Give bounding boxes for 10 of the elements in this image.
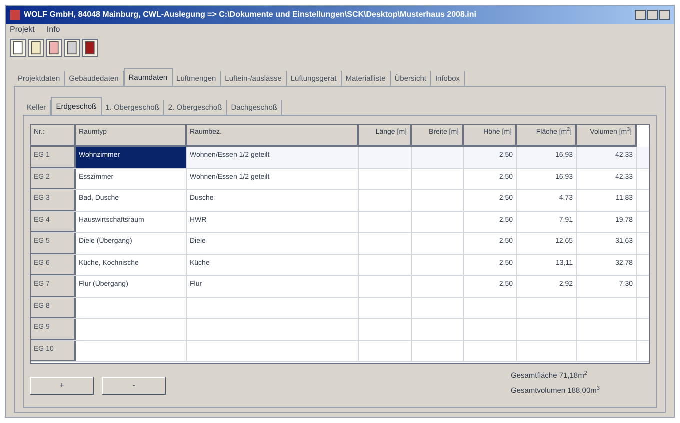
menu-item[interactable]: Projekt (10, 24, 35, 36)
add-button[interactable]: + (30, 376, 94, 394)
menu-item[interactable]: Info (46, 24, 60, 36)
window-title: WOLF GmbH, 84048 Mainburg, CWL-Auslegung => C:\Dokumente und Einstellungen\SCK\Desktop\Musterhaus 2008.ini (24, 9, 478, 21)
new-file-icon[interactable] (10, 39, 26, 57)
maximize-button[interactable] (647, 10, 658, 20)
app-icon (10, 10, 20, 20)
minimize-button[interactable] (635, 10, 646, 20)
remove-button[interactable]: - (102, 376, 166, 394)
close-button[interactable] (659, 10, 670, 20)
